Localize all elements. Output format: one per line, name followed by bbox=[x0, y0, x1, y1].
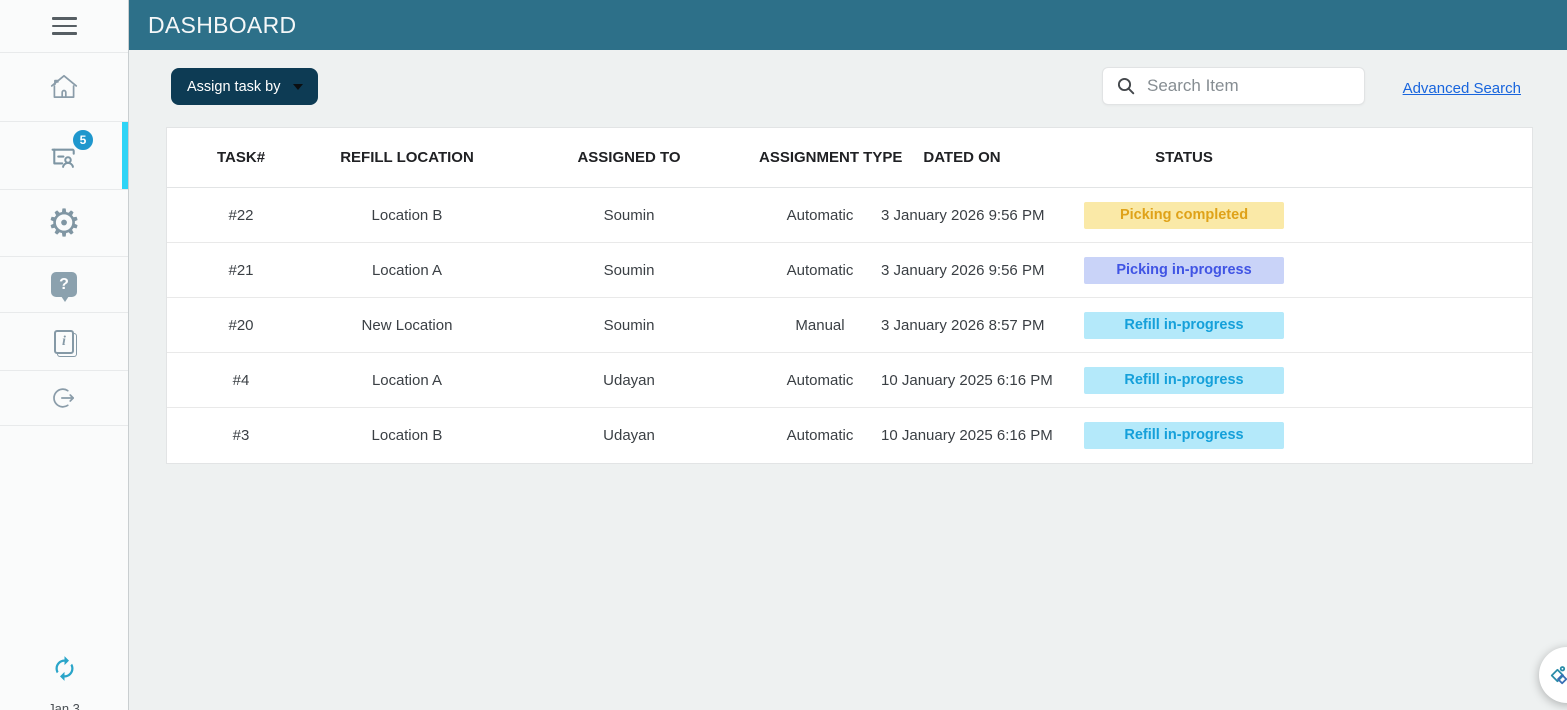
assign-task-by-button[interactable]: Assign task by bbox=[171, 68, 318, 105]
cell-task-number: #20 bbox=[228, 316, 254, 334]
info-icon: i bbox=[54, 329, 74, 354]
cell-assignment-type: Automatic bbox=[786, 261, 854, 279]
cell-task-number: #4 bbox=[232, 371, 250, 389]
cell-dated-on: 10 January 2025 6:16 PM bbox=[881, 371, 1053, 389]
status-badge: Picking completed bbox=[1084, 201, 1284, 229]
cell-assigned-to: Soumin bbox=[603, 316, 655, 334]
sidebar-item-info[interactable]: i bbox=[0, 313, 128, 371]
search-box bbox=[1102, 67, 1365, 105]
cell-assignment-type: Automatic bbox=[786, 427, 854, 444]
sidebar-item-logout[interactable] bbox=[0, 371, 128, 426]
sidebar-item-settings[interactable]: ⚙ bbox=[0, 190, 128, 257]
assign-task-by-label: Assign task by bbox=[187, 78, 281, 95]
column-header-assigned-to: ASSIGNED TO bbox=[577, 149, 681, 166]
sidebar-item-home[interactable] bbox=[0, 53, 128, 122]
column-header-assignment-type: ASSIGNMENT TYPE bbox=[759, 149, 903, 166]
cell-assigned-to: Soumin bbox=[603, 261, 655, 279]
column-header-refill-location: REFILL LOCATION bbox=[340, 149, 474, 166]
menu-icon bbox=[51, 17, 77, 35]
table-row[interactable]: #4 Location A Udayan Automatic 10 Januar… bbox=[167, 353, 1532, 408]
cell-task-number: #22 bbox=[228, 206, 254, 224]
status-badge: Refill in-progress bbox=[1084, 422, 1284, 449]
page-title: DASHBOARD bbox=[148, 11, 297, 38]
sidebar-item-help[interactable]: ? bbox=[0, 257, 128, 313]
cell-dated-on: 3 January 2026 8:57 PM bbox=[881, 316, 1045, 334]
cell-task-number: #3 bbox=[232, 427, 250, 444]
help-icon: ? bbox=[51, 272, 77, 302]
main-content: Assign task by Advanced Search TASK# REF… bbox=[129, 50, 1567, 710]
refresh-icon bbox=[51, 655, 78, 687]
table-row[interactable]: #21 Location A Soumin Automatic 3 Januar… bbox=[167, 243, 1532, 298]
cell-refill-location: Location B bbox=[371, 427, 443, 444]
status-badge: Picking in-progress bbox=[1084, 256, 1284, 284]
cell-assignment-type: Automatic bbox=[786, 371, 854, 389]
footer-date-label: Jan 3 bbox=[48, 701, 80, 710]
cell-assignment-type: Automatic bbox=[786, 206, 854, 224]
cell-task-number: #21 bbox=[228, 261, 254, 279]
home-icon bbox=[48, 72, 80, 102]
cell-refill-location: Location A bbox=[371, 261, 443, 279]
cell-refill-location: Location A bbox=[371, 371, 443, 389]
active-indicator bbox=[122, 122, 128, 189]
search-input[interactable] bbox=[1147, 76, 1364, 96]
table-header-row: TASK# REFILL LOCATION ASSIGNED TO ASSIGN… bbox=[167, 128, 1532, 188]
sidebar-item-tasks[interactable]: 5 bbox=[0, 122, 128, 190]
search-icon bbox=[1116, 76, 1136, 96]
tasks-table: TASK# REFILL LOCATION ASSIGNED TO ASSIGN… bbox=[166, 127, 1533, 464]
cell-assigned-to: Udayan bbox=[603, 427, 655, 444]
column-header-task: TASK# bbox=[216, 149, 266, 166]
tasks-icon: 5 bbox=[48, 128, 94, 171]
column-header-dated-on: DATED ON bbox=[923, 149, 1001, 166]
settings-icon: ⚙ bbox=[46, 201, 82, 245]
table-row[interactable]: #22 Location B Soumin Automatic 3 Januar… bbox=[167, 188, 1532, 243]
topbar: DASHBOARD bbox=[129, 0, 1567, 50]
task-count-badge: 5 bbox=[72, 128, 94, 151]
sidebar: 5 ⚙ ? i Jan 3 bbox=[0, 0, 129, 710]
sidebar-item-menu[interactable] bbox=[0, 0, 128, 53]
cell-dated-on: 10 January 2025 6:16 PM bbox=[881, 427, 1053, 444]
advanced-search-link[interactable]: Advanced Search bbox=[1403, 80, 1521, 97]
column-header-status: STATUS bbox=[1155, 149, 1213, 166]
table-row[interactable]: #20 New Location Soumin Manual 3 January… bbox=[167, 298, 1532, 353]
cell-refill-location: New Location bbox=[361, 316, 453, 334]
cell-assignment-type: Manual bbox=[795, 316, 845, 334]
status-badge: Refill in-progress bbox=[1084, 366, 1284, 394]
cell-assigned-to: Udayan bbox=[603, 371, 655, 389]
chevron-down-icon bbox=[292, 83, 303, 90]
logout-icon bbox=[49, 384, 79, 412]
refresh-button[interactable] bbox=[0, 655, 128, 687]
table-row[interactable]: #3 Location B Udayan Automatic 10 Januar… bbox=[167, 408, 1532, 463]
cell-refill-location: Location B bbox=[371, 206, 443, 224]
cell-dated-on: 3 January 2026 9:56 PM bbox=[881, 206, 1045, 224]
cell-dated-on: 3 January 2026 9:56 PM bbox=[881, 261, 1045, 279]
cell-assigned-to: Soumin bbox=[603, 206, 655, 224]
status-badge: Refill in-progress bbox=[1084, 311, 1284, 339]
